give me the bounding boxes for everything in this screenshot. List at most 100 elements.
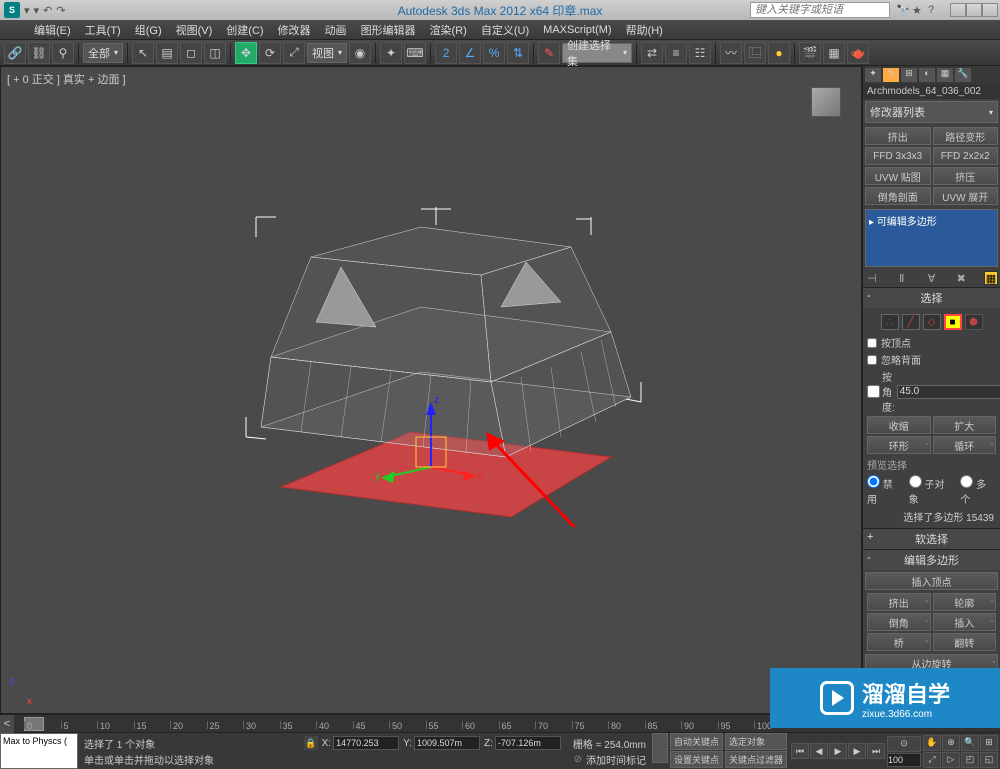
menu-maxscript[interactable]: MAXScript(M) [537, 22, 617, 38]
menu-help[interactable]: 帮助(H) [620, 20, 669, 40]
object-name-field[interactable]: Archmodels_64_036_002 [863, 84, 1000, 99]
keyboard-icon[interactable]: ⌨ [404, 42, 426, 64]
keyfilter-button[interactable]: 关键点过滤器 [725, 751, 787, 768]
configure-icon[interactable]: ▦ [984, 271, 998, 285]
help-search-input[interactable] [750, 2, 890, 18]
tab-utilities-icon[interactable]: 🔧 [955, 68, 971, 82]
viewcube-icon[interactable] [811, 87, 841, 117]
edit-selset-icon[interactable]: ✎ [538, 42, 560, 64]
btn-extrude[interactable]: 挤出 [865, 127, 931, 145]
shrink-button[interactable]: 收缩 [867, 416, 931, 434]
fov-icon[interactable]: ▷ [942, 752, 960, 768]
btn-bevelprofile[interactable]: 倒角剖面 [865, 187, 931, 205]
pivot-icon[interactable]: ◉ [349, 42, 371, 64]
modifier-stack[interactable]: ▸ 可编辑多边形 [865, 209, 998, 267]
rotate-icon[interactable]: ⟳ [259, 42, 281, 64]
polygon-icon[interactable]: ■ [944, 314, 962, 330]
snap-percent-icon[interactable]: % [483, 42, 505, 64]
menu-modifiers[interactable]: 修改器 [272, 20, 317, 40]
prev-frame-icon[interactable]: ◀ [810, 743, 828, 759]
material-editor-icon[interactable]: ● [768, 42, 790, 64]
vertex-icon[interactable]: ∴ [881, 314, 899, 330]
select-name-icon[interactable]: ▤ [156, 42, 178, 64]
modifier-list-dropdown[interactable]: 修改器列表 [865, 101, 998, 123]
snap-2d-icon[interactable]: 2 [435, 42, 457, 64]
select-manip-icon[interactable]: ✦ [380, 42, 402, 64]
spinner-snap-icon[interactable]: ⇅ [507, 42, 529, 64]
autokey-button[interactable]: 自动关键点 [670, 733, 723, 750]
snap-angle-icon[interactable]: ∠ [459, 42, 481, 64]
outline-button[interactable]: 轮廓 [933, 593, 997, 611]
tab-hierarchy-icon[interactable]: ⊞ [901, 68, 917, 82]
selection-filter-dropdown[interactable]: 全部 [83, 43, 123, 63]
by-vertex-checkbox[interactable]: 按顶点 [865, 334, 998, 351]
menu-graph[interactable]: 图形编辑器 [355, 20, 422, 40]
menu-views[interactable]: 视图(V) [170, 20, 219, 40]
btn-pathdeform[interactable]: 路径变形 [933, 127, 999, 145]
region-zoom-icon[interactable]: ◱ [980, 752, 998, 768]
btn-squeeze[interactable]: 挤压 [933, 167, 999, 185]
play-icon[interactable]: ▶ [829, 743, 847, 759]
pin-stack-icon[interactable]: ⊣ [865, 271, 879, 285]
zoom-icon[interactable]: 🔍 [961, 735, 979, 751]
show-end-icon[interactable]: Ⅱ [895, 271, 909, 285]
binoculars-icon[interactable]: 🔭 [896, 4, 908, 16]
tab-modify-icon[interactable]: ✎ [883, 68, 899, 82]
arc-rotate-icon[interactable]: ⊕ [942, 735, 960, 751]
flip-button[interactable]: 翻转 [933, 633, 997, 651]
menu-tools[interactable]: 工具(T) [79, 20, 127, 40]
zoom-all-icon[interactable]: ⊞ [980, 735, 998, 751]
menu-customize[interactable]: 自定义(U) [475, 20, 535, 40]
coord-y-input[interactable] [414, 736, 480, 750]
menu-create[interactable]: 创建(C) [220, 20, 269, 40]
maximize-button[interactable]: □ [966, 3, 982, 17]
loop-button[interactable]: 循环 [933, 436, 997, 454]
unlink-icon[interactable]: ⛓ [28, 42, 50, 64]
btn-ffd222[interactable]: FFD 2x2x2 [933, 147, 999, 165]
mirror-icon[interactable]: ⇄ [641, 42, 663, 64]
goto-start-icon[interactable]: ⏮ [791, 743, 809, 759]
timeline-left-icon[interactable]: < [0, 715, 14, 733]
edge-icon[interactable]: ╱ [902, 314, 920, 330]
border-icon[interactable]: ◇ [923, 314, 941, 330]
selset-dropdown[interactable]: 创建选择集 [562, 43, 632, 63]
refcoord-dropdown[interactable]: 视图 [307, 43, 347, 63]
max-toggle-icon[interactable]: ◰ [961, 752, 979, 768]
select-rect-icon[interactable]: ◻ [180, 42, 202, 64]
tab-display-icon[interactable]: ▦ [937, 68, 953, 82]
tab-create-icon[interactable]: ✦ [865, 68, 881, 82]
by-angle-checkbox[interactable] [867, 385, 880, 398]
remove-mod-icon[interactable]: ✖ [954, 271, 968, 285]
frame-input[interactable] [887, 753, 921, 767]
inset-button[interactable]: 插入 [933, 613, 997, 631]
scale-icon[interactable]: ⤢ [283, 42, 305, 64]
stack-editablepoly[interactable]: ▸ 可编辑多边形 [868, 212, 995, 229]
viewport-label[interactable]: [ + 0 正交 ] 真实 + 边面 ] [7, 71, 126, 87]
viewport[interactable]: [ + 0 正交 ] 真实 + 边面 ] [0, 66, 862, 714]
schematic-icon[interactable]: ⿺ [744, 42, 766, 64]
element-icon[interactable]: ⬢ [965, 314, 983, 330]
setkey-button[interactable]: 设置关键点 [670, 751, 723, 768]
set-key-button[interactable] [652, 733, 668, 763]
move-icon[interactable]: ✥ [235, 42, 257, 64]
btn-uvwmap[interactable]: UVW 贴图 [865, 167, 931, 185]
grow-button[interactable]: 扩大 [933, 416, 997, 434]
bind-icon[interactable]: ⚲ [52, 42, 74, 64]
add-time-tag[interactable]: 添加时间标记 [586, 752, 646, 767]
tab-motion-icon[interactable]: ◐ [919, 68, 935, 82]
pan-icon[interactable]: ✋ [923, 735, 941, 751]
select-icon[interactable]: ↖ [132, 42, 154, 64]
zoom-ext-icon[interactable]: ⤢ [923, 752, 941, 768]
btn-uvwunwrap[interactable]: UVW 展开 [933, 187, 999, 205]
lock-selection-icon[interactable]: 🔒 [304, 736, 318, 750]
window-crossing-icon[interactable]: ◫ [204, 42, 226, 64]
unique-icon[interactable]: ∀ [925, 271, 939, 285]
bridge-button[interactable]: 桥 [867, 633, 931, 651]
menu-edit[interactable]: 编辑(E) [28, 20, 77, 40]
time-config-icon[interactable]: ⊙ [887, 736, 921, 752]
star-icon[interactable]: ★ [912, 4, 924, 16]
selset-dropdown2[interactable]: 选定对象 [725, 733, 787, 750]
minimize-button[interactable]: _ [950, 3, 966, 17]
layers-icon[interactable]: ☷ [689, 42, 711, 64]
link-icon[interactable]: 🔗 [4, 42, 26, 64]
